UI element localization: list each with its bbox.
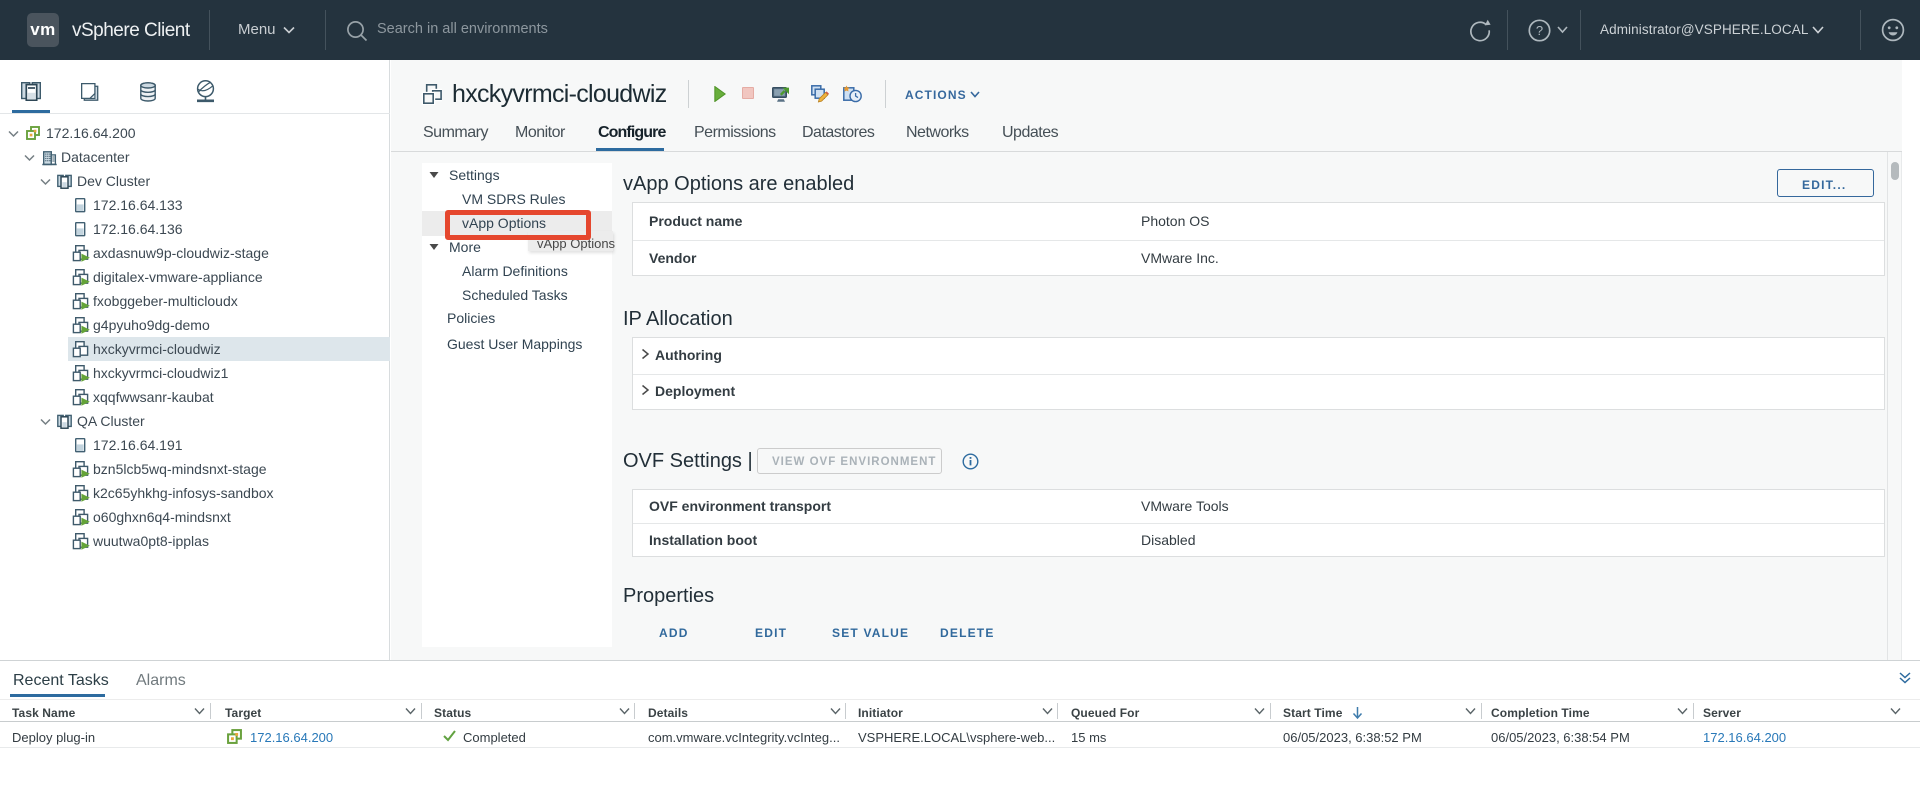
svg-text:?: ?	[1536, 23, 1543, 38]
